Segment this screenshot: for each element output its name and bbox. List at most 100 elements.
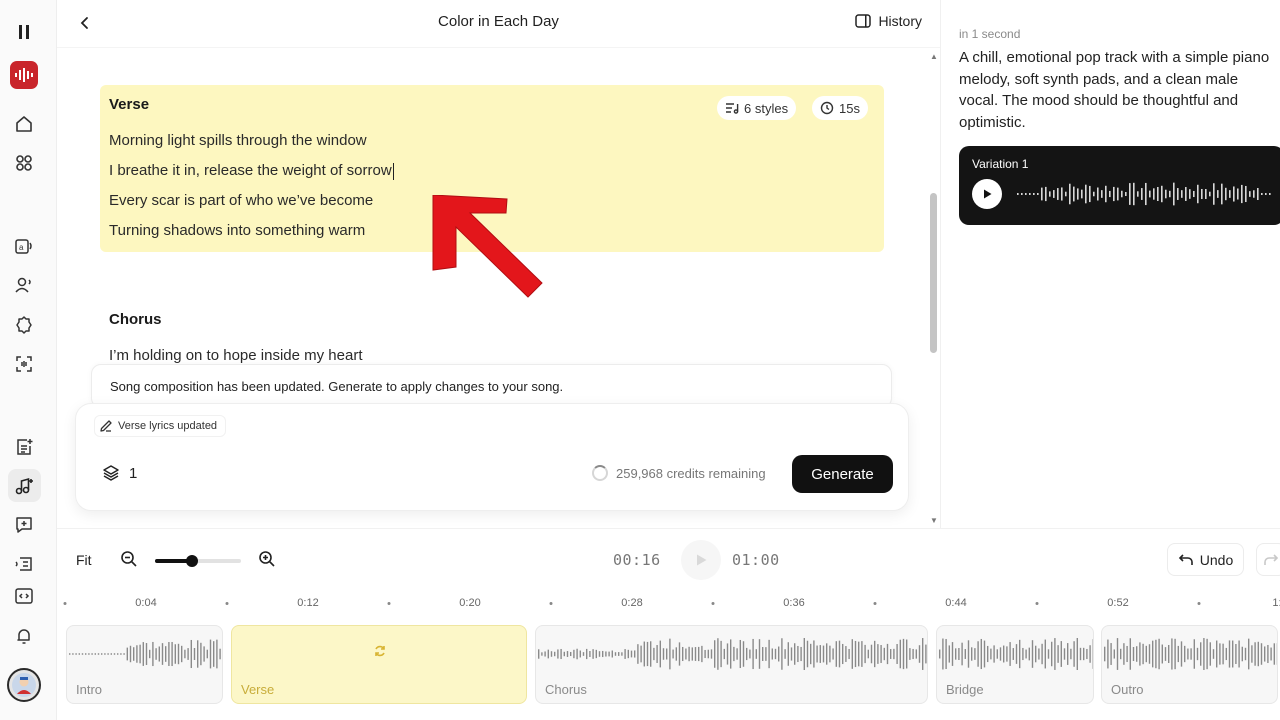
lyric-line-active[interactable]: I breathe it in, release the weight of s…: [109, 162, 394, 180]
undo-label: Undo: [1199, 551, 1234, 568]
ruler-tick-dot: [63, 602, 67, 605]
ruler-tick-label: 0:52: [1107, 597, 1129, 609]
style-prompt-text: A chill, emotional pop track with a simp…: [959, 49, 1270, 131]
zoom-in-icon[interactable]: [257, 549, 277, 569]
track-chorus[interactable]: Chorus: [535, 625, 928, 704]
code-icon[interactable]: [12, 584, 36, 608]
ruler-tick-dot: [1197, 602, 1201, 605]
layers-selector[interactable]: 1: [102, 464, 137, 482]
track-outro[interactable]: Outro: [1101, 625, 1278, 704]
track-verse[interactable]: Verse: [231, 625, 527, 704]
pencil-icon: [100, 420, 112, 432]
current-time: 00:16: [613, 551, 661, 569]
ruler-tick-dot: [1035, 602, 1039, 605]
history-panel: in 1 second A chill, emotional pop track…: [940, 0, 1280, 528]
layers-icon: [103, 465, 119, 481]
lyric-line[interactable]: Morning light spills through the window: [109, 132, 367, 149]
voice-clone-icon[interactable]: [12, 273, 36, 297]
styles-label: 6 styles: [744, 100, 789, 116]
edit-tag-label: Verse lyrics updated: [118, 420, 218, 432]
edit-tag: Verse lyrics updated: [94, 415, 227, 437]
ruler-tick-label: 1:0: [1272, 597, 1280, 609]
apps-icon[interactable]: [12, 151, 36, 175]
home-icon[interactable]: [12, 112, 36, 136]
track-waveform: [1104, 638, 1277, 670]
lyric-line-text: I breathe it in, release the weight of s…: [109, 162, 392, 179]
zoom-slider-handle[interactable]: [185, 555, 198, 567]
track-waveform: [939, 638, 1093, 670]
history-button[interactable]: History: [855, 13, 922, 29]
track-label: Outro: [1111, 682, 1144, 697]
scroll-down-arrow-icon[interactable]: ▼: [929, 516, 939, 525]
credits-remaining: 259,968 credits remaining: [616, 465, 766, 481]
audio-doc-icon[interactable]: [12, 552, 36, 576]
styles-pill[interactable]: 6 styles: [717, 96, 797, 120]
ruler-tick-label: 0:36: [783, 597, 805, 609]
editor-scrollbar[interactable]: [930, 193, 937, 353]
lyric-line[interactable]: Turning shadows into something warm: [109, 222, 365, 239]
loading-spinner-icon: [592, 465, 608, 481]
ruler-tick-dot: [873, 602, 877, 605]
timeline-play-button[interactable]: [681, 540, 721, 580]
avatar[interactable]: [7, 668, 41, 702]
history-label: History: [878, 13, 922, 29]
duration-label: 15s: [839, 100, 860, 116]
track-bridge[interactable]: Bridge: [936, 625, 1094, 704]
layers-count: 1: [129, 464, 138, 482]
track-label: Verse: [241, 682, 275, 697]
left-nav-rail: a: [0, 0, 57, 720]
chat-icon[interactable]: [12, 513, 36, 537]
timeline-controls: Fit 00:16 01:00 Undo: [57, 528, 1280, 590]
lyric-line[interactable]: Every scar is part of who we’ve become: [109, 192, 373, 209]
track-label: Intro: [76, 682, 103, 697]
history-panel-icon: [855, 14, 872, 28]
chorus-title: Chorus: [109, 311, 162, 328]
undo-button[interactable]: Undo: [1167, 543, 1244, 576]
track-intro[interactable]: Intro: [66, 625, 223, 704]
music-add-icon[interactable]: [12, 474, 36, 498]
doc-add-icon[interactable]: [12, 435, 36, 459]
undo-icon: [1178, 553, 1193, 565]
verse-title: Verse: [109, 96, 150, 113]
total-time: 01:00: [732, 551, 780, 569]
credits-status: 259,968 credits remaining: [592, 465, 766, 481]
zoom-slider[interactable]: [155, 555, 241, 567]
lyric-line[interactable]: I’m holding on to hope inside my heart: [109, 347, 362, 364]
ruler-tick-dot: [225, 602, 229, 605]
redo-button[interactable]: [1256, 543, 1280, 576]
ruler-tick-label: 0:12: [297, 597, 319, 609]
generate-button[interactable]: Generate: [792, 455, 893, 493]
track-waveform: [538, 638, 927, 670]
scroll-up-arrow-icon[interactable]: ▲: [929, 52, 939, 61]
generation-time: in 1 second: [959, 27, 1021, 41]
settings-badge-icon[interactable]: [12, 313, 36, 337]
zoom-out-icon[interactable]: [119, 549, 139, 569]
track-label: Chorus: [545, 682, 587, 697]
timeline-ruler: 0:04 0:12 0:20 0:28 0:36 0:44 0:52 1:0: [57, 590, 1280, 618]
song-title: Color in Each Day: [438, 13, 559, 30]
svg-text:a: a: [19, 243, 24, 252]
redo-icon: [1264, 553, 1279, 565]
variation-waveform: [1017, 182, 1271, 206]
play-icon: [984, 189, 992, 199]
red-arrow-annotation: [432, 195, 543, 298]
clock-icon: [820, 101, 834, 115]
bell-icon[interactable]: [12, 624, 36, 648]
voice-isolate-icon[interactable]: [12, 352, 36, 376]
voice-text-icon[interactable]: a: [12, 234, 36, 258]
variation-play-button[interactable]: [972, 179, 1002, 209]
regenerating-icon: [375, 645, 385, 657]
ruler-tick-dot: [711, 602, 715, 605]
duration-pill[interactable]: 15s: [812, 96, 868, 120]
track-waveform: [69, 639, 221, 669]
styles-icon: [726, 103, 739, 114]
ruler-tick-label: 0:20: [459, 597, 481, 609]
pause-icon[interactable]: [12, 20, 36, 44]
fit-button[interactable]: Fit: [76, 552, 92, 568]
app-logo-icon[interactable]: [10, 61, 38, 89]
update-notice-text: Song composition has been updated. Gener…: [110, 379, 564, 394]
variation-card[interactable]: Variation 1: [959, 146, 1280, 225]
generate-composer: Verse lyrics updated 1 259,968 credits r…: [75, 403, 909, 511]
ruler-tick-label: 0:28: [621, 597, 643, 609]
ruler-tick-dot: [387, 602, 391, 605]
